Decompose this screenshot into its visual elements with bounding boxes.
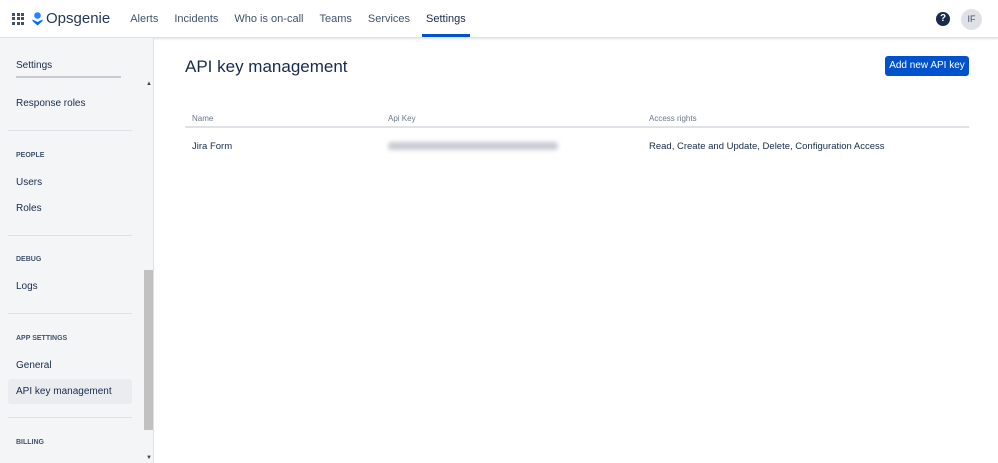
sidebar-item-logs[interactable]: Logs	[8, 274, 132, 299]
divider	[8, 313, 132, 314]
column-header-api-key: Api Key	[388, 114, 416, 123]
scroll-up-icon[interactable]: ▲	[146, 81, 152, 87]
nav-teams[interactable]: Teams	[311, 0, 359, 38]
section-people: PEOPLE	[16, 152, 45, 159]
row-access-rights: Read, Create and Update, Delete, Configu…	[649, 141, 885, 152]
section-app-settings: APP SETTINGS	[16, 335, 68, 342]
divider	[8, 235, 132, 236]
sidebar-scrollbar[interactable]	[144, 270, 153, 430]
column-header-name: Name	[192, 114, 214, 123]
sidebar-item-general[interactable]: General	[8, 353, 132, 378]
sidebar-item-roles[interactable]: Roles	[8, 196, 132, 221]
section-billing: BILLING	[16, 439, 44, 446]
add-new-api-key-button[interactable]: Add new API key	[885, 56, 969, 76]
nav-settings[interactable]: Settings	[418, 0, 474, 38]
sidebar-item-response-roles[interactable]: Response roles	[8, 91, 132, 116]
sidebar: Settings Response roles PEOPLE Users Rol…	[0, 38, 154, 463]
row-name[interactable]: Jira Form	[192, 141, 232, 152]
divider	[8, 130, 132, 131]
sidebar-settings-label: Settings	[16, 60, 53, 71]
nav-alerts[interactable]: Alerts	[122, 0, 166, 38]
page-title: API key management	[185, 57, 348, 76]
opsgenie-icon	[32, 11, 43, 25]
column-header-access-rights: Access rights	[649, 114, 697, 123]
sidebar-item-users[interactable]: Users	[8, 170, 132, 195]
nav-who-is-on-call[interactable]: Who is on-call	[226, 0, 311, 38]
brand-name: Opsgenie	[46, 10, 111, 27]
top-navigation: Opsgenie Alerts Incidents Who is on-call…	[0, 0, 998, 38]
nav-incidents[interactable]: Incidents	[166, 0, 226, 38]
table-header-divider	[185, 126, 969, 128]
sidebar-item-api-key-management[interactable]: API key management	[8, 379, 132, 404]
help-icon[interactable]: ?	[936, 12, 950, 26]
avatar[interactable]: IF	[961, 9, 982, 30]
app-switcher-icon[interactable]	[12, 12, 24, 25]
nav-services[interactable]: Services	[360, 0, 418, 38]
clipped-item	[16, 76, 121, 78]
section-debug: DEBUG	[16, 256, 42, 263]
divider	[8, 417, 132, 418]
opsgenie-logo[interactable]: Opsgenie	[32, 10, 110, 27]
api-key-blurred	[388, 142, 558, 150]
scroll-down-icon[interactable]: ▼	[146, 455, 152, 461]
